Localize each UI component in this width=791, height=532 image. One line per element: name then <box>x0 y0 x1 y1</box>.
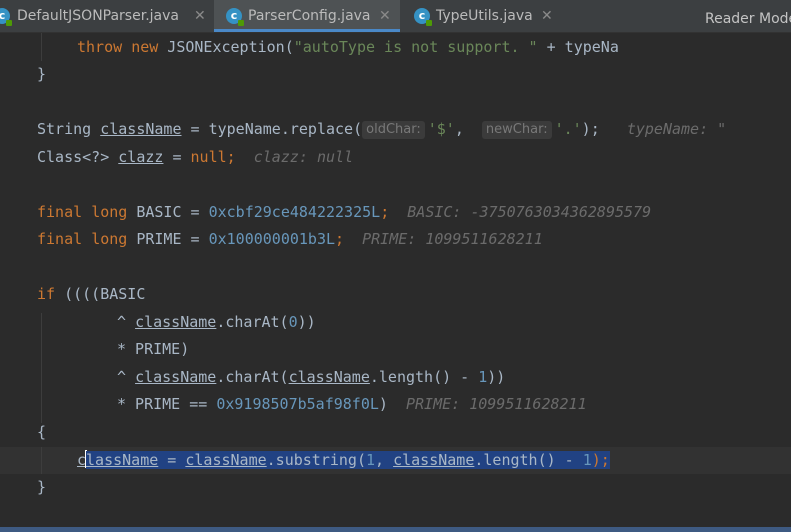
code-token: ((((BASIC <box>55 285 146 303</box>
code-token: = typeName.replace( <box>181 120 363 138</box>
operator: ^ <box>117 368 136 386</box>
code-token: .length() - <box>369 368 479 386</box>
selection: lassName = className.substring(1, classN… <box>86 451 610 469</box>
code-token: ; <box>380 203 390 221</box>
code-token: ); <box>581 120 600 138</box>
code-line-5: final long BASIC = 0xcbf29ce484222325L; … <box>37 199 651 226</box>
code-token: ); <box>591 451 610 469</box>
code-token: ; <box>226 148 236 166</box>
close-icon[interactable]: ✕ <box>379 0 391 32</box>
code-line-8: ^ className.charAt(0)) <box>117 309 316 336</box>
code-line-7: if ((((BASIC <box>37 281 145 308</box>
reader-mode-toggle[interactable]: Reader Mode <box>705 9 791 29</box>
variable-clazz[interactable]: clazz <box>118 148 163 166</box>
code-token: BASIC = <box>127 203 209 221</box>
type-name: String <box>37 120 101 138</box>
variable-classname[interactable]: className <box>393 451 474 469</box>
code-line-11: * PRIME == 0x9198507b5af98f0L) PRIME: 10… <box>117 391 587 418</box>
code-line-12: { <box>37 423 47 441</box>
code-token: = <box>158 451 186 469</box>
keyword: if <box>37 285 56 303</box>
keyword: long <box>91 203 128 221</box>
parameter-hint: oldChar: <box>362 121 425 139</box>
operator: ^ <box>117 313 136 331</box>
keyword: new <box>131 38 159 56</box>
code-editor[interactable]: throw new JSONException("autoType is not… <box>0 33 791 532</box>
code-token: )) <box>487 368 506 386</box>
variable-classname[interactable]: className <box>185 451 266 469</box>
horizontal-scrollbar[interactable] <box>0 527 791 532</box>
debug-inline-value: PRIME: 1099511628211 <box>362 230 543 248</box>
tab-label: DefaultJSONParser.java <box>17 8 179 24</box>
tab-parserconfig[interactable]: c ParserConfig.java ✕ <box>214 0 400 32</box>
keyword: final <box>37 203 83 221</box>
tab-typeutils[interactable]: c TypeUtils.java ✕ <box>402 0 564 32</box>
indent-guide <box>41 447 42 474</box>
code-token: PRIME = <box>127 230 209 248</box>
close-icon[interactable]: ✕ <box>541 0 553 32</box>
string-literal: '$' <box>427 120 455 138</box>
code-line-10: ^ className.charAt(className.length() - … <box>117 364 505 391</box>
code-token: , <box>454 120 473 138</box>
debug-inline-value: BASIC: -3750763034362895579 <box>407 203 652 221</box>
code-token: , <box>375 451 394 469</box>
parameter-hint: newChar: <box>481 121 552 139</box>
code-token: * PRIME == <box>117 395 217 413</box>
code-line-2: } <box>37 65 47 83</box>
indent-guide <box>41 33 42 61</box>
debug-inline-value: PRIME: 1099511628211 <box>406 395 587 413</box>
keyword: throw <box>77 38 123 56</box>
keyword: long <box>91 230 128 248</box>
debug-inline-value: clazz: null <box>253 148 354 166</box>
indent-guide <box>41 313 42 423</box>
code-line-13: className = className.substring(1, class… <box>77 447 610 474</box>
tab-label: TypeUtils.java <box>436 8 533 24</box>
string-literal: "autoType is not support. " <box>293 38 538 56</box>
variable-classname[interactable]: className <box>135 368 216 386</box>
code-line-1: throw new JSONException("autoType is not… <box>77 34 619 61</box>
variable-classname[interactable]: className <box>135 313 216 331</box>
number-literal: 1 <box>366 451 376 469</box>
string-literal: '.' <box>554 120 582 138</box>
number-literal: 0 <box>288 313 298 331</box>
keyword: null <box>190 148 227 166</box>
code-token: ) <box>378 395 388 413</box>
code-token: .length() - <box>474 451 583 469</box>
close-icon[interactable]: ✕ <box>194 0 206 32</box>
class-icon: c <box>414 8 432 26</box>
variable-classname[interactable]: lassName <box>86 451 158 469</box>
code-line-3: String className = typeName.replace(oldC… <box>37 116 726 143</box>
keyword: final <box>37 230 83 248</box>
code-token: .substring( <box>266 451 366 469</box>
code-line-9: * PRIME) <box>117 340 190 358</box>
type-name: Class<?> <box>37 148 119 166</box>
number-literal: 0x100000001b3L <box>208 230 336 248</box>
code-token: ; <box>335 230 345 248</box>
number-literal: 1 <box>582 451 592 469</box>
code-line-14: } <box>37 478 47 496</box>
tab-label: ParserConfig.java <box>248 8 371 24</box>
variable-classname[interactable]: className <box>289 368 370 386</box>
editor-tab-bar: c DefaultJSONParser.java ✕ c ParserConfi… <box>0 0 791 33</box>
code-line-4: Class<?> clazz = null; clazz: null <box>37 144 353 171</box>
class-icon: c <box>0 8 12 26</box>
debug-inline-value: typeName: " <box>626 120 727 138</box>
code-token: + typeNa <box>537 38 619 56</box>
code-token: .charAt( <box>216 313 289 331</box>
number-literal: 0x9198507b5af98f0L <box>216 395 379 413</box>
class-icon: c <box>226 8 244 26</box>
tab-defaultjsonparser[interactable]: c DefaultJSONParser.java ✕ <box>0 0 212 32</box>
number-literal: 0xcbf29ce484222325L <box>208 203 381 221</box>
number-literal: 1 <box>478 368 488 386</box>
variable-classname[interactable]: className <box>100 120 181 138</box>
code-token: JSONException( <box>158 38 294 56</box>
code-token: )) <box>297 313 316 331</box>
code-token: .charAt( <box>216 368 289 386</box>
code-line-6: final long PRIME = 0x100000001b3L; PRIME… <box>37 226 543 253</box>
code-token: = <box>163 148 191 166</box>
